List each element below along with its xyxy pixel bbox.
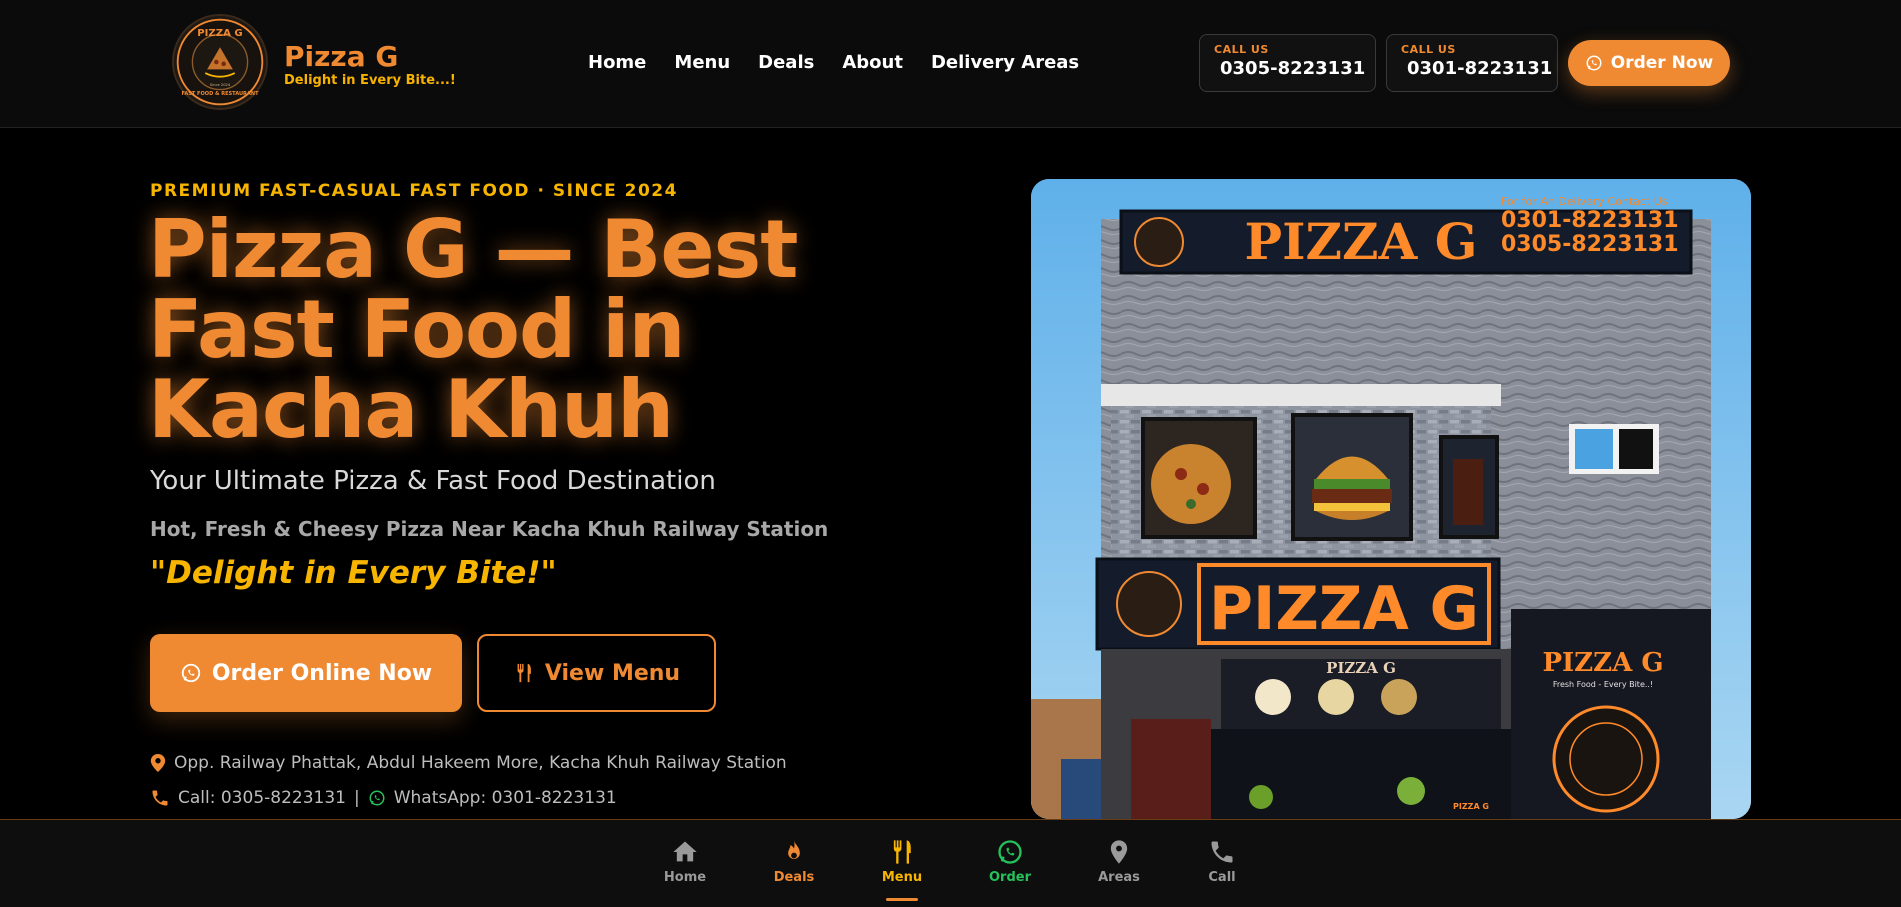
call-link[interactable]: Call: 0305-8223131 (178, 788, 346, 808)
utensils-icon (517, 663, 531, 683)
main-nav: Home Menu Deals About Delivery Areas (588, 52, 1107, 73)
nav-about[interactable]: About (842, 52, 903, 73)
whatsapp-icon (369, 790, 385, 806)
bottom-nav-home[interactable]: Home (645, 838, 725, 885)
logo-emblem: PIZZA G FAST FOOD & RESTAURANT Since 202… (176, 18, 264, 106)
order-now-label: Order Now (1610, 53, 1714, 73)
storefront-phone-2: 0305-8223131 (1501, 232, 1679, 257)
fire-icon (788, 840, 800, 859)
address-line: Opp. Railway Phattak, Abdul Hakeem More,… (150, 753, 787, 773)
site-header: PIZZA G FAST FOOD & RESTAURANT Since 202… (0, 0, 1901, 128)
whatsapp-icon (181, 663, 201, 683)
storefront-phone-1: 0301-8223131 (1501, 208, 1679, 233)
storefront-top-sign: PIZZA G (1245, 212, 1478, 271)
hero-eyebrow: PREMIUM FAST-CASUAL FAST FOOD · SINCE 20… (150, 181, 678, 201)
hero-subline: Hot, Fresh & Cheesy Pizza Near Kacha Khu… (150, 517, 829, 541)
address-text: Opp. Railway Phattak, Abdul Hakeem More,… (174, 753, 787, 773)
utensils-icon (893, 840, 911, 864)
bottom-nav-label: Menu (881, 870, 923, 885)
bottom-nav-label: Call (1208, 870, 1236, 885)
nav-menu[interactable]: Menu (674, 52, 730, 73)
bottom-nav-deals[interactable]: Deals (754, 838, 834, 885)
map-pin-icon (1110, 840, 1128, 864)
call-number: 0301-8223131 (1407, 58, 1553, 79)
call-label: CALL US (1401, 43, 1456, 56)
brand-tagline: Delight in Every Bite...! (284, 73, 456, 88)
storefront-banner-sign: PIZZA G (1326, 659, 1396, 677)
call-box-2[interactable]: CALL US 0301-8223131 (1386, 34, 1558, 92)
separator: | (353, 788, 360, 808)
bottom-nav-label: Deals (773, 870, 815, 885)
order-online-button[interactable]: Order Online Now (150, 634, 462, 712)
contact-line: Call: 0305-8223131 | WhatsApp: 0301-8223… (150, 788, 617, 808)
call-number: 0305-8223131 (1220, 58, 1366, 79)
hero-title: Pizza G — Best Fast Food in Kacha Khuh (148, 203, 798, 456)
hero-slogan: "Delight in Every Bite!" (150, 555, 557, 591)
storefront-contact-label: For for An Delivery Contact Us (1501, 195, 1668, 208)
call-label: CALL US (1214, 43, 1269, 56)
bottom-nav-menu[interactable]: Menu (862, 838, 942, 885)
whatsapp-icon (998, 840, 1022, 864)
home-icon (673, 841, 697, 862)
bottom-nav-label: Order (989, 870, 1031, 885)
phone-icon (1211, 841, 1233, 863)
whatsapp-link[interactable]: WhatsApp: 0301-8223131 (394, 788, 617, 808)
order-now-button[interactable]: Order Now (1568, 40, 1730, 86)
logo[interactable]: PIZZA G FAST FOOD & RESTAURANT Since 202… (172, 14, 268, 110)
call-box-1[interactable]: CALL US 0305-8223131 (1199, 34, 1376, 92)
active-tab-indicator (886, 898, 918, 901)
nav-delivery-areas[interactable]: Delivery Areas (931, 52, 1079, 73)
storefront-image: PIZZA G For for An Delivery Contact Us 0… (1031, 179, 1751, 819)
view-menu-label: View Menu (544, 660, 681, 686)
logo-ring-text: FAST FOOD & RESTAURANT (181, 91, 259, 97)
logo-since-text: Since 2024 (210, 83, 231, 87)
map-pin-icon (150, 754, 166, 772)
brand-name[interactable]: Pizza G (284, 40, 398, 73)
storefront-middle-sign: PIZZA G (1209, 574, 1479, 644)
storefront-small-plate: PIZZA G (1453, 802, 1489, 811)
bottom-nav-label: Home (663, 870, 707, 885)
order-online-label: Order Online Now (211, 660, 433, 686)
whatsapp-icon (1586, 55, 1602, 71)
nav-deals[interactable]: Deals (758, 52, 814, 73)
bottom-nav-order[interactable]: Order (970, 838, 1050, 885)
logo-arc-text: PIZZA G (197, 28, 242, 39)
storefront-door-sign: PIZZA G (1542, 648, 1663, 678)
hero-subtitle: Your Ultimate Pizza & Fast Food Destinat… (150, 466, 716, 496)
nav-home[interactable]: Home (588, 52, 646, 73)
view-menu-button[interactable]: View Menu (477, 634, 716, 712)
bottom-nav: Home Deals Menu Order Areas Call (0, 819, 1901, 907)
phone-icon (152, 790, 168, 806)
bottom-nav-label: Areas (1098, 870, 1140, 885)
bottom-nav-call[interactable]: Call (1182, 838, 1262, 885)
storefront-door-subtext: Fresh Food - Every Bite..! (1553, 680, 1653, 689)
bottom-nav-areas[interactable]: Areas (1079, 838, 1159, 885)
